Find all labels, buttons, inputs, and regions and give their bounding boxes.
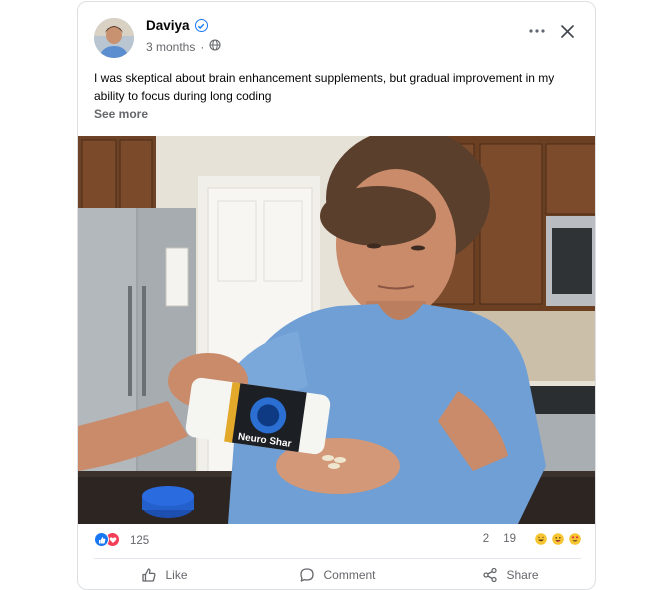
share-button[interactable]: Share [424,560,595,589]
action-bar: Like Comment Share [78,560,595,589]
heart-eyes-emoji-icon [569,532,581,545]
engagement-counts: 2 19 [483,532,581,545]
laugh-emoji-icon [535,532,547,545]
close-button[interactable] [556,20,578,42]
post-time[interactable]: 3 months [146,40,195,54]
comment-button[interactable]: Comment [251,560,424,589]
meta-separator: · [200,39,205,54]
comment-label: Comment [323,568,376,582]
thumbs-up-icon [142,568,157,582]
post-card: Daviya 3 months · I was skeptical about … [77,1,596,590]
verified-badge-icon [194,19,208,32]
comment-icon [300,568,315,582]
post-photo[interactable]: Neuro Shar [78,136,595,524]
share-count[interactable]: 19 [503,533,516,545]
globe-icon [209,39,221,54]
divider [94,558,581,559]
see-more-link[interactable]: See more [94,107,148,121]
close-icon [560,24,574,38]
reaction-count[interactable]: 125 [130,535,149,547]
like-icon [94,532,109,547]
share-label: Share [506,568,539,582]
more-dots-icon [529,29,545,33]
more-options-button[interactable] [526,20,548,42]
wow-emoji-icon [552,532,564,545]
author-name[interactable]: Daviya [146,18,190,33]
post-text: I was skeptical about brain enhancement … [94,71,555,103]
like-button[interactable]: Like [78,560,251,589]
author-row: Daviya [146,18,208,33]
share-icon [483,567,498,583]
kitchen-photo-image: Neuro Shar [78,136,595,524]
reaction-summary[interactable] [94,532,120,547]
avatar[interactable] [94,18,134,58]
post-meta: 3 months · [146,39,221,54]
reaction-stats: 125 2 19 [94,532,581,552]
comment-count[interactable]: 2 [483,533,489,545]
like-label: Like [165,568,188,582]
